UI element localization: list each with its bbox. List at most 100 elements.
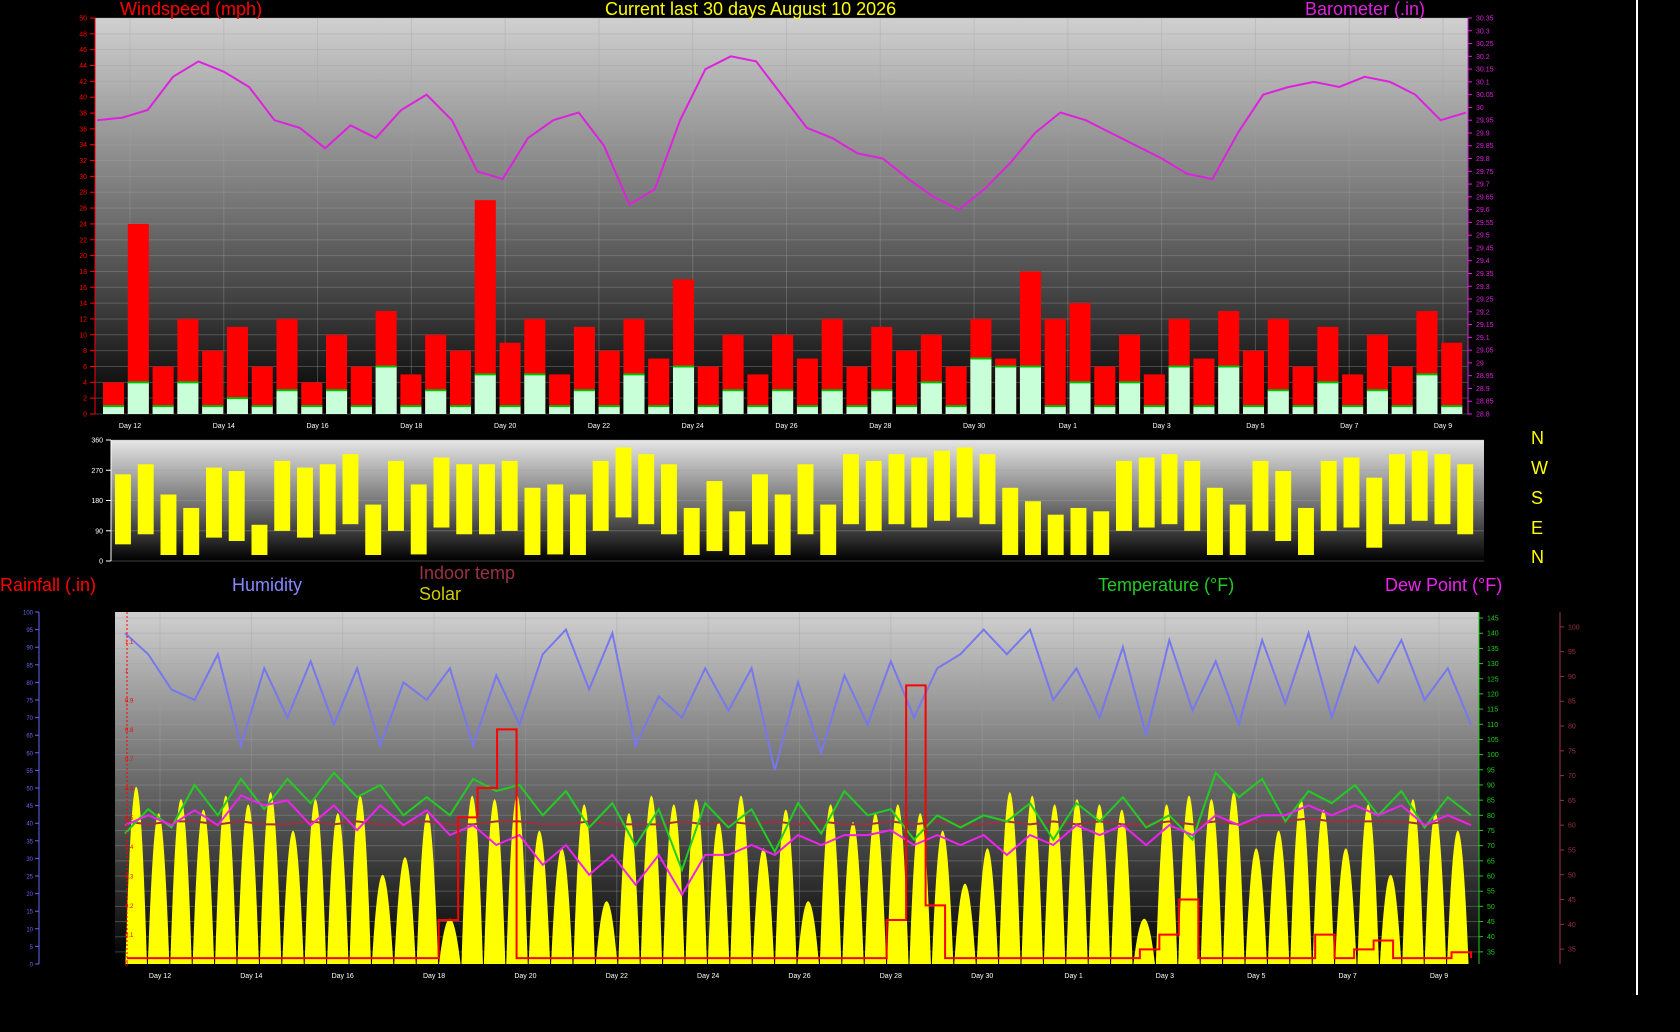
barometer-y-tick-label: 29.65 bbox=[1476, 194, 1494, 201]
wind-x-tick-label: Day 28 bbox=[869, 423, 891, 430]
direction-mark bbox=[1275, 470, 1292, 541]
humidity-y-tick-label: 10 bbox=[26, 927, 33, 933]
wind-average-bar bbox=[350, 406, 372, 414]
wind-x-tick-label: Day 1 bbox=[1059, 423, 1077, 430]
wind-average-bar bbox=[449, 406, 472, 414]
dew-point-y-tick-label: 55 bbox=[1568, 847, 1576, 854]
temperature-y-tick-label: 55 bbox=[1487, 889, 1495, 896]
temperature-x-tick-label: Day 1 bbox=[1064, 973, 1082, 980]
wind-y-tick-label: 28 bbox=[79, 190, 87, 197]
temperature-x-tick-label: Day 26 bbox=[788, 973, 810, 980]
direction-letter-e: E bbox=[1531, 518, 1544, 538]
humidity-y-tick-label: 35 bbox=[26, 839, 33, 845]
weather-chart-svg: 0246810121416182022242628303234363840424… bbox=[23, 16, 1580, 981]
temperature-x-tick-label: Day 7 bbox=[1338, 973, 1356, 980]
wind-x-tick-label: Day 3 bbox=[1152, 423, 1170, 430]
dew-point-y-tick-label: 95 bbox=[1568, 649, 1576, 656]
indoor-temp-title: Indoor temp bbox=[419, 563, 516, 583]
direction-mark bbox=[1434, 454, 1451, 525]
wind-average-bar bbox=[920, 382, 942, 414]
barometer-y-tick-label: 29.25 bbox=[1476, 297, 1494, 304]
barometer-y-tick-label: 30 bbox=[1476, 105, 1484, 112]
wind-average-bar bbox=[970, 358, 992, 414]
temperature-x-tick-label: Day 20 bbox=[514, 973, 536, 980]
wind-average-bar bbox=[1193, 406, 1215, 414]
wind-gust-bar bbox=[449, 350, 472, 414]
direction-letter-s: S bbox=[1531, 488, 1544, 508]
wind-average-bar bbox=[1441, 406, 1463, 414]
temperature-x-tick-label: Day 9 bbox=[1430, 973, 1448, 980]
wind-x-tick-label: Day 22 bbox=[588, 423, 610, 430]
rainfall-y-tick-label: 0.9 bbox=[125, 699, 134, 705]
wind-average-bar bbox=[474, 374, 496, 414]
direction-mark bbox=[820, 504, 837, 555]
direction-y-tick-label: 0 bbox=[99, 559, 103, 566]
humidity-y-tick-label: 25 bbox=[26, 875, 33, 881]
wind-gust-bar bbox=[1044, 318, 1066, 414]
wind-average-bar bbox=[1242, 406, 1265, 414]
wind-x-tick-label: Day 26 bbox=[775, 423, 797, 430]
chart-main-title: Current last 30 days August 10 2026 bbox=[605, 0, 897, 19]
direction-mark bbox=[865, 460, 882, 531]
wind-x-tick-label: Day 20 bbox=[494, 423, 516, 430]
wind-y-tick-label: 48 bbox=[79, 31, 87, 38]
temperature-y-tick-label: 85 bbox=[1487, 798, 1495, 805]
wind-x-tick-label: Day 16 bbox=[306, 423, 328, 430]
wind-average-bar bbox=[326, 390, 348, 414]
barometer-y-tick-label: 28.8 bbox=[1476, 412, 1490, 419]
barometer-y-tick-label: 29.35 bbox=[1476, 271, 1494, 278]
wind-y-tick-label: 0 bbox=[83, 412, 87, 419]
direction-mark bbox=[251, 524, 268, 555]
temperature-x-tick-label: Day 3 bbox=[1156, 973, 1174, 980]
temperature-y-tick-label: 40 bbox=[1487, 934, 1495, 941]
wind-y-tick-label: 10 bbox=[79, 332, 87, 339]
wind-average-bar bbox=[1317, 382, 1339, 414]
direction-mark bbox=[1184, 460, 1201, 531]
direction-mark bbox=[1025, 501, 1041, 555]
temperature-y-tick-label: 70 bbox=[1487, 843, 1495, 850]
wind-average-bar bbox=[276, 390, 298, 414]
direction-mark bbox=[706, 481, 723, 552]
wind-gust-bar bbox=[896, 350, 918, 414]
barometer-title: Barometer (.in) bbox=[1305, 0, 1426, 19]
barometer-y-tick-label: 29.4 bbox=[1476, 258, 1490, 265]
wind-average-bar bbox=[945, 406, 967, 414]
direction-mark bbox=[319, 464, 336, 535]
temperature-y-tick-label: 80 bbox=[1487, 813, 1495, 820]
direction-mark bbox=[1229, 504, 1246, 555]
barometer-y-tick-label: 30.2 bbox=[1476, 54, 1490, 61]
barometer-y-tick-label: 29.45 bbox=[1476, 245, 1494, 252]
wind-x-tick-label: Day 5 bbox=[1246, 423, 1264, 430]
humidity-y-tick-label: 90 bbox=[26, 646, 33, 652]
direction-mark bbox=[638, 454, 655, 525]
direction-mark bbox=[683, 507, 700, 555]
rainfall-title: Rainfall (.in) bbox=[0, 575, 97, 595]
barometer-y-tick-label: 29.7 bbox=[1476, 182, 1490, 189]
rainfall-y-tick-label: 0.6 bbox=[125, 787, 134, 793]
wind-average-bar bbox=[1168, 366, 1190, 414]
wind-average-bar bbox=[896, 406, 918, 414]
direction-mark bbox=[979, 454, 996, 525]
direction-mark bbox=[934, 450, 950, 521]
temperature-y-tick-label: 50 bbox=[1487, 904, 1495, 911]
humidity-y-tick-label: 55 bbox=[26, 769, 33, 775]
solar-title: Solar bbox=[419, 584, 462, 604]
wind-average-bar bbox=[871, 390, 893, 414]
wind-average-bar bbox=[1019, 366, 1041, 414]
wind-x-tick-label: Day 30 bbox=[963, 423, 985, 430]
wind-average-bar bbox=[648, 406, 670, 414]
wind-y-tick-label: 30 bbox=[79, 174, 87, 181]
temperature-y-tick-label: 130 bbox=[1487, 661, 1499, 668]
wind-gust-bar bbox=[598, 350, 620, 414]
humidity-y-tick-label: 70 bbox=[26, 716, 33, 722]
wind-average-bar bbox=[549, 406, 571, 414]
direction-mark bbox=[1207, 487, 1223, 555]
temperature-y-tick-label: 90 bbox=[1487, 782, 1495, 789]
barometer-y-tick-label: 29.6 bbox=[1476, 207, 1490, 214]
wind-gust-bar bbox=[1441, 342, 1463, 414]
direction-mark bbox=[729, 511, 746, 555]
right-border-line bbox=[1636, 0, 1638, 995]
barometer-y-tick-label: 30.25 bbox=[1476, 41, 1494, 48]
barometer-y-tick-label: 30.05 bbox=[1476, 92, 1494, 99]
direction-mark bbox=[1320, 460, 1337, 531]
